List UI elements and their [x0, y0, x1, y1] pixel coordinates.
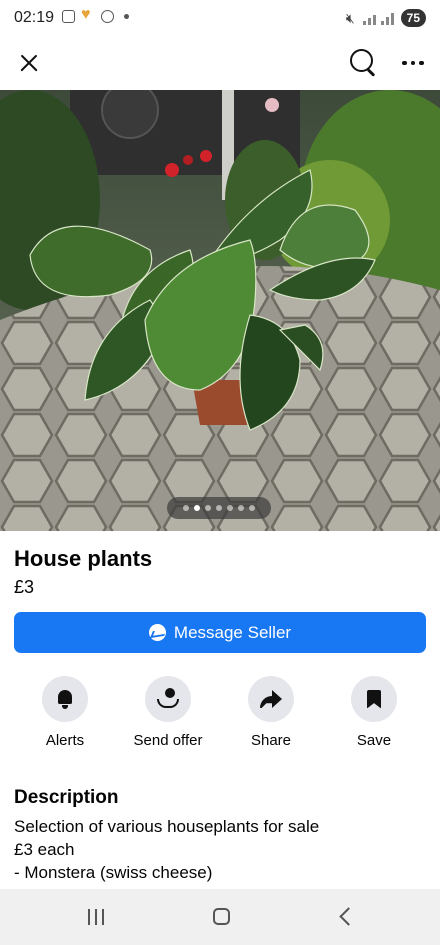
share-button[interactable]: Share	[221, 676, 321, 749]
description-line: £3 each	[14, 840, 75, 859]
message-seller-label: Message Seller	[173, 622, 292, 642]
bookmark-icon	[367, 689, 381, 709]
battery-indicator: 75	[400, 9, 426, 27]
heart-icon	[81, 6, 95, 24]
send-offer-button[interactable]: Send offer	[118, 676, 218, 749]
share-icon	[260, 689, 282, 709]
description-heading: Description	[14, 787, 119, 808]
back-icon[interactable]	[339, 907, 358, 926]
send-offer-label: Send offer	[133, 732, 203, 749]
send-offer-circle	[145, 676, 191, 722]
alerts-button[interactable]: Alerts	[15, 676, 115, 749]
share-circle	[248, 676, 294, 722]
bell-icon	[56, 689, 74, 709]
description-text: Selection of various houseplants for sal…	[14, 815, 424, 884]
app-icon	[101, 10, 114, 23]
save-circle	[351, 676, 397, 722]
alerts-circle	[42, 676, 88, 722]
home-icon[interactable]	[213, 908, 230, 925]
recent-apps-icon[interactable]	[88, 909, 108, 925]
listing-photo[interactable]	[0, 90, 440, 531]
more-options-icon[interactable]	[398, 48, 428, 78]
search-icon[interactable]	[346, 46, 378, 78]
signal-icon	[361, 12, 395, 25]
system-icons: 🔇︎ 75	[346, 9, 426, 27]
listing-price: £3	[14, 577, 35, 597]
screenshot-icon	[62, 10, 75, 23]
save-button[interactable]: Save	[324, 676, 424, 749]
action-row: Alerts Send offer Share Save	[0, 676, 440, 756]
message-seller-button[interactable]: Message Seller	[14, 612, 426, 653]
status-time: 02:19	[14, 9, 55, 26]
mute-icon: 🔇︎	[345, 9, 355, 26]
save-label: Save	[356, 732, 392, 749]
close-icon[interactable]	[14, 48, 44, 78]
listing-title: House plants	[14, 546, 153, 571]
system-nav-bar	[0, 889, 440, 945]
app-bar	[0, 38, 440, 90]
notification-icons	[62, 6, 129, 24]
send-offer-icon	[156, 688, 180, 710]
share-label: Share	[250, 732, 292, 749]
plant-image	[0, 90, 440, 531]
messenger-icon	[148, 624, 166, 641]
more-notifications-icon	[124, 14, 129, 19]
alerts-label: Alerts	[45, 732, 85, 749]
description-line: - Monstera (swiss cheese)	[14, 863, 213, 882]
description-line: Selection of various houseplants for sal…	[14, 817, 320, 836]
status-bar: 02:19 🔇︎ 75	[0, 0, 440, 38]
photo-pager	[167, 497, 271, 519]
